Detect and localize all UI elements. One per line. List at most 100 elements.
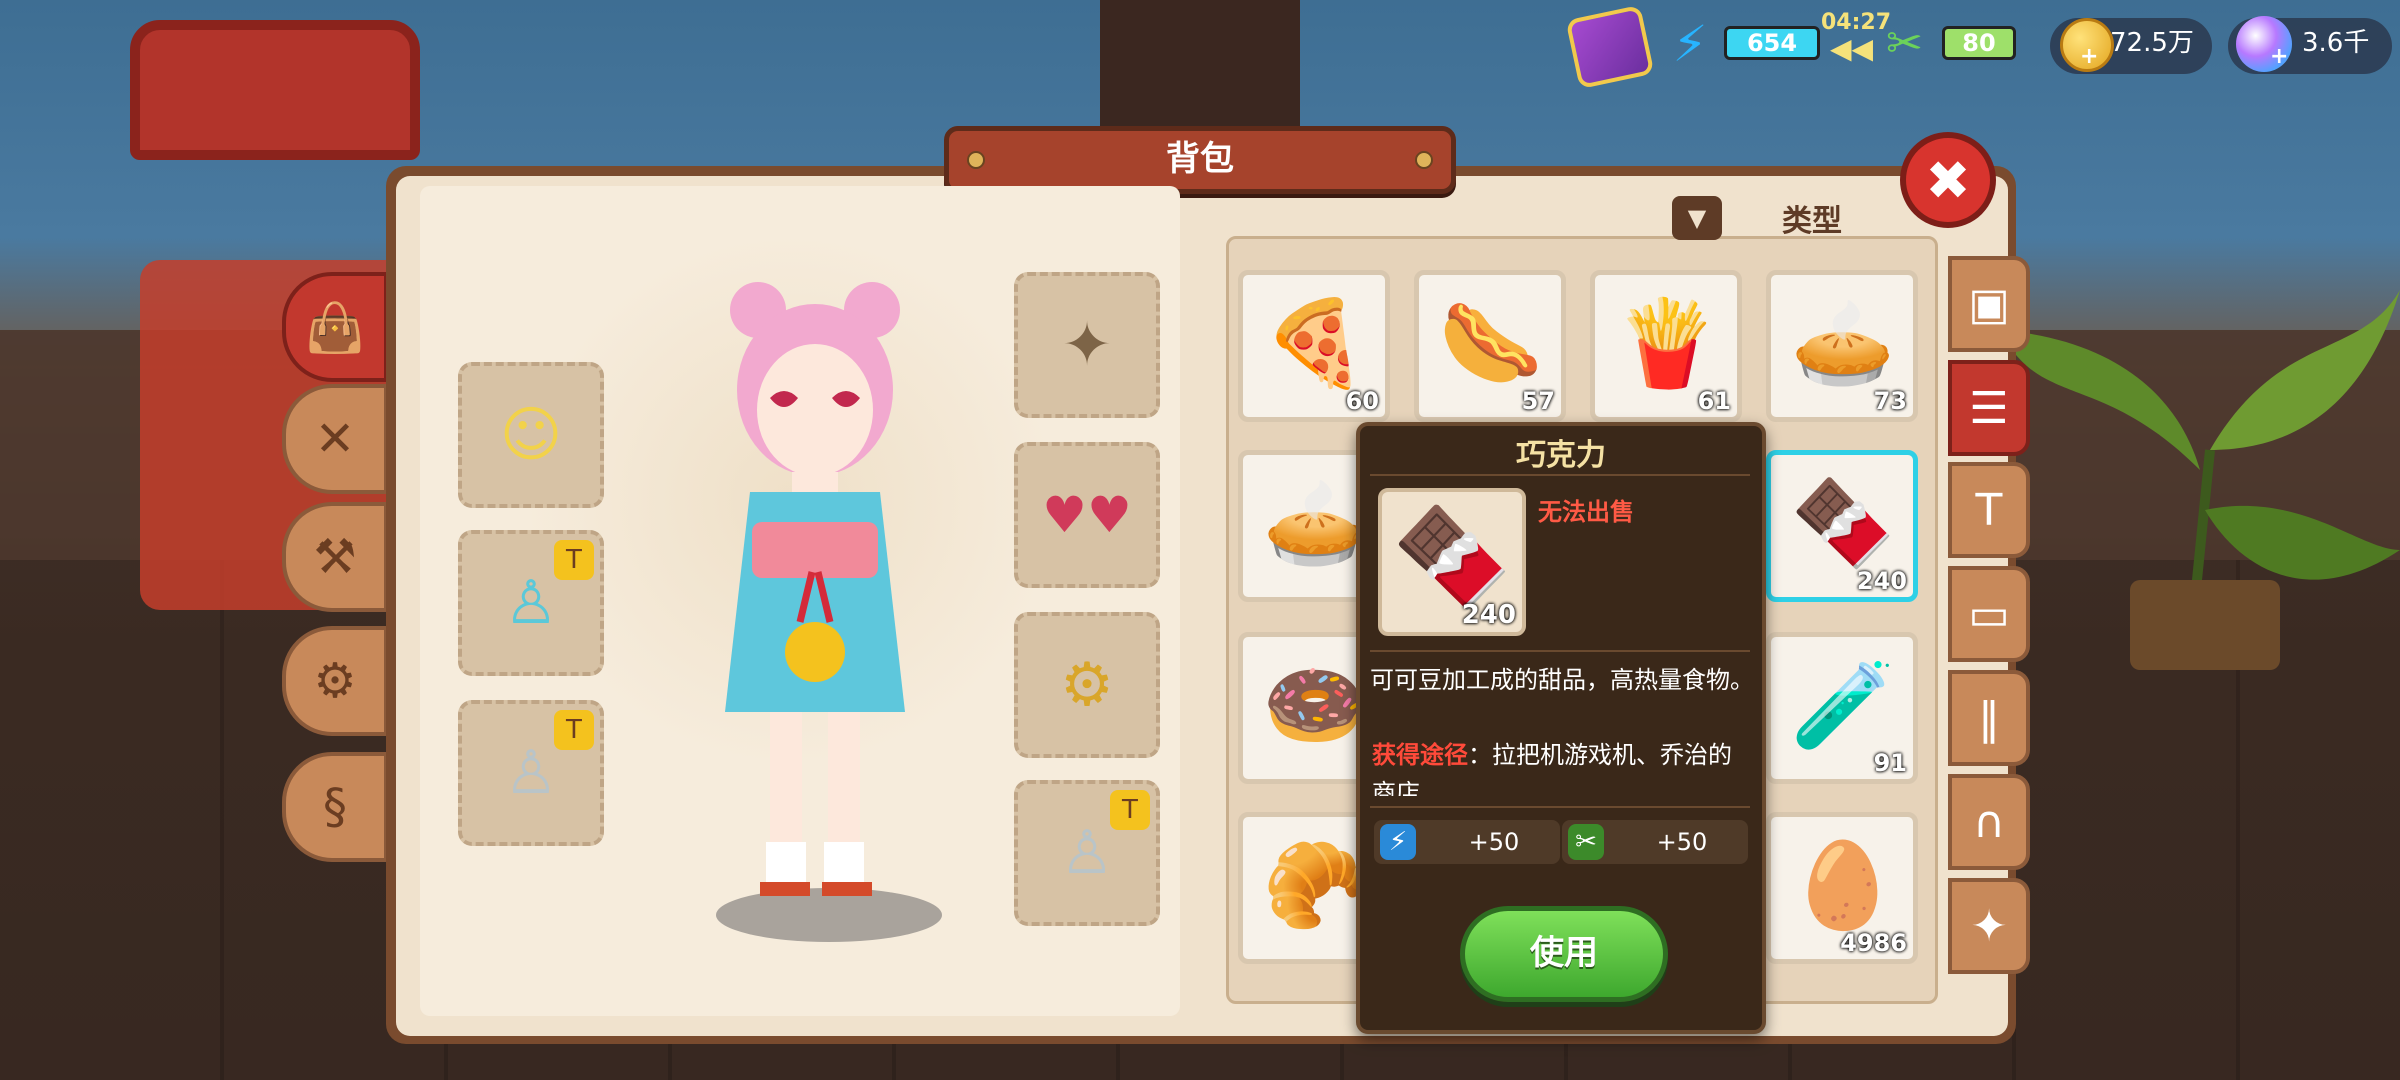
type-filter[interactable]: ▼ 类型: [1672, 192, 1900, 244]
tooltip-description: 可可豆加工成的甜品，高热量食物。: [1370, 666, 1754, 694]
pinwheel-icon: ✦: [1061, 310, 1113, 380]
divider: [1370, 806, 1750, 808]
energy-value: 654: [1724, 26, 1820, 60]
bag-tab[interactable]: 👜: [282, 272, 388, 382]
item-fish-and-chips[interactable]: 🍟 61: [1590, 270, 1742, 422]
item-count: 57: [1521, 387, 1555, 415]
category-tab-horseshoe[interactable]: ∩: [1948, 774, 2030, 870]
sausage-icon: 🌭: [1438, 293, 1544, 392]
lawnmower-icon: ⚙: [1060, 650, 1114, 720]
item-egg-tart[interactable]: 🥧 73: [1766, 270, 1918, 422]
tooltip-item-icon: 🍫 240: [1378, 488, 1526, 636]
food-bonus: ✂ +50: [1562, 820, 1748, 864]
egg-icon: 🥚: [1790, 835, 1896, 934]
outfit-slot-2[interactable]: ♙ T: [458, 700, 604, 846]
hair-slot[interactable]: ☺: [458, 362, 604, 508]
background-plant: [2000, 290, 2400, 670]
rivet-icon: [1415, 151, 1433, 169]
tooltip-source: 获得途径：拉把机游戏机、乔治的商店: [1372, 736, 1752, 796]
pie-icon: 🥧: [1262, 473, 1368, 572]
dropdown-arrow-icon: ▼: [1672, 196, 1722, 240]
glasses-slot[interactable]: ♥♥: [1014, 442, 1160, 588]
fish-and-chips-icon: 🍟: [1614, 293, 1720, 392]
character-avatar[interactable]: [700, 282, 930, 922]
kimono-icon: ♙: [1060, 818, 1114, 888]
burger-icon: ☰: [1969, 382, 2009, 434]
box-icon: ▣: [1968, 278, 2010, 330]
food-value: 80: [1942, 26, 2016, 60]
outfit-slot-3[interactable]: ♙ T: [1014, 780, 1160, 926]
category-tab-food[interactable]: ☰: [1948, 360, 2030, 456]
item-potion[interactable]: 🧪 91: [1766, 632, 1918, 784]
chocolate-icon: 🍫: [1392, 501, 1512, 613]
genetics-tab[interactable]: §: [282, 752, 388, 862]
close-button[interactable]: ✖: [1900, 132, 1996, 228]
item-count: 240: [1856, 567, 1907, 595]
food-icon: ✂: [1886, 18, 1923, 69]
item-count: 4986: [1840, 929, 1907, 957]
vehicle-slot[interactable]: ⚙: [1014, 612, 1160, 758]
shirt-tag-icon: T: [554, 540, 594, 580]
panel-title: 背包: [1166, 139, 1234, 179]
pizza-icon: 🍕: [1262, 293, 1368, 392]
hammer-icon: ⚒: [313, 529, 357, 585]
shirt-tag-icon: T: [1110, 790, 1150, 830]
filter-label: 类型: [1782, 204, 1842, 239]
category-tab-clothes[interactable]: T: [1948, 462, 2030, 558]
category-tab-special[interactable]: ✦: [1948, 878, 2030, 974]
shirt-icon: T: [1975, 484, 2003, 536]
cooking-tab[interactable]: ✕: [282, 384, 388, 494]
no-sell-label: 无法出售: [1538, 498, 1634, 526]
book-icon[interactable]: [1565, 4, 1655, 90]
category-tab-all[interactable]: ▣: [1948, 256, 2030, 352]
fork-knife-icon: ✕: [314, 411, 356, 467]
egg-tart-icon: 🥧: [1790, 293, 1896, 392]
add-gem-icon[interactable]: +: [2270, 44, 2288, 69]
use-button[interactable]: 使用: [1460, 906, 1668, 1002]
outfit-slot[interactable]: ♙ T: [458, 530, 604, 676]
gem-value: 3.6千: [2302, 28, 2370, 58]
energy-icon: ⚡: [1380, 824, 1416, 860]
kimono-icon: ♙: [504, 568, 558, 638]
coin-value: 72.5万: [2110, 28, 2194, 58]
energy-bonus-value: +50: [1468, 828, 1520, 856]
food-bonus-value: +50: [1656, 828, 1708, 856]
add-coin-icon[interactable]: +: [2080, 44, 2098, 69]
settings-tab[interactable]: ⚙: [282, 626, 388, 736]
bag-icon: 👜: [305, 299, 365, 356]
energy-food-bar: ⚡ 654 04:27 ◀◀ ✂ 80: [1662, 10, 2032, 74]
item-count: 91: [1873, 749, 1907, 777]
close-icon: ✖: [1925, 148, 1971, 212]
accessory-slot[interactable]: ✦: [1014, 272, 1160, 418]
energy-bonus: ⚡ +50: [1374, 820, 1560, 864]
category-tab-furniture[interactable]: ▭: [1948, 566, 2030, 662]
item-count: 61: [1697, 387, 1731, 415]
croissant-icon: 🥐: [1262, 835, 1368, 934]
item-chocolate[interactable]: 🍫 240: [1766, 450, 1918, 602]
item-count: 73: [1873, 387, 1907, 415]
item-boiled-egg[interactable]: 🥚 4986: [1766, 812, 1918, 964]
background-pillar: [1100, 0, 1300, 140]
chocolate-icon: 🍫: [1790, 473, 1896, 572]
kimono-icon: ♙: [504, 738, 558, 808]
item-count: 60: [1345, 387, 1379, 415]
item-pizza[interactable]: 🍕 60: [1238, 270, 1390, 422]
compass-icon: ✦: [1970, 900, 2008, 952]
crafting-tab[interactable]: ⚒: [282, 502, 388, 612]
divider: [1370, 650, 1750, 652]
background-machine-top: [130, 20, 420, 160]
heart-glasses-icon: ♥♥: [1042, 486, 1132, 544]
food-icon: ✂: [1568, 824, 1604, 860]
gear-icon: ⚙: [313, 653, 357, 709]
category-tab-fence[interactable]: ‖: [1948, 670, 2030, 766]
donut-icon: 🍩: [1262, 655, 1368, 754]
dna-icon: §: [323, 779, 347, 835]
panel-title-banner: 背包: [944, 126, 1456, 194]
sofa-icon: ▭: [1968, 588, 2010, 640]
item-sausage[interactable]: 🌭 57: [1414, 270, 1566, 422]
rivet-icon: [967, 151, 985, 169]
rewind-icon: ◀◀: [1830, 32, 1874, 65]
divider: [1370, 474, 1750, 476]
shirt-tag-icon: T: [554, 710, 594, 750]
source-label: 获得途径: [1372, 741, 1468, 769]
